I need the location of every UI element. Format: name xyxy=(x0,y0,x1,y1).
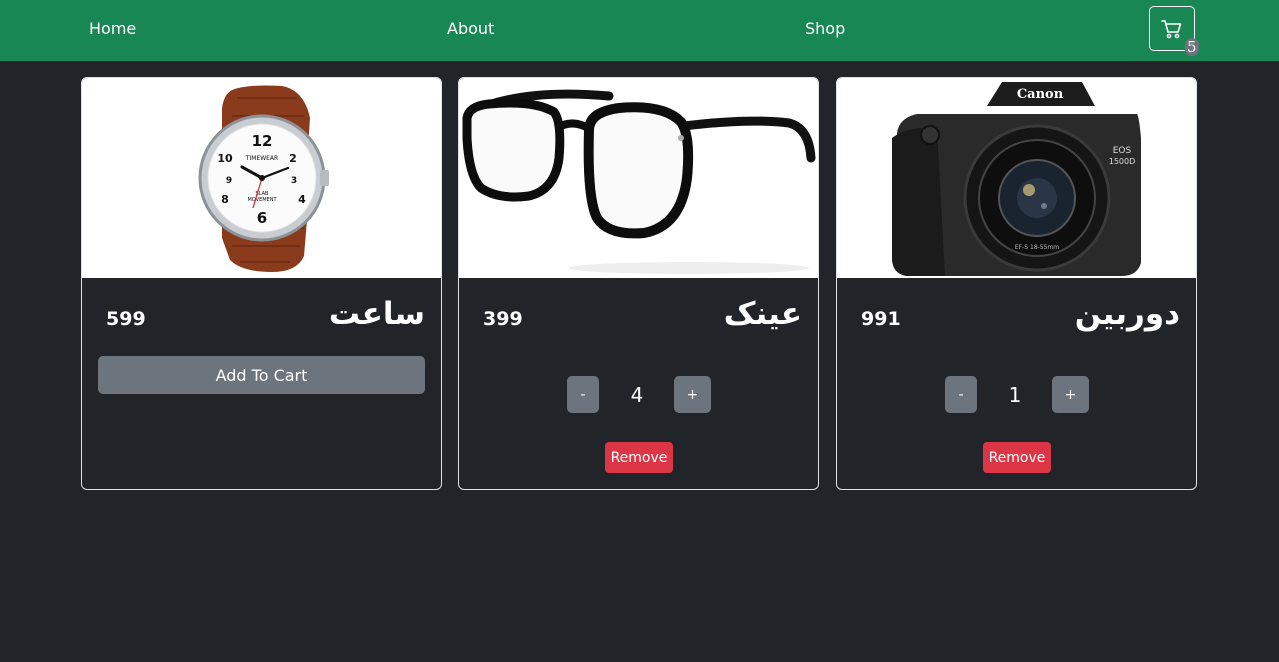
svg-text:8: 8 xyxy=(221,193,229,206)
camera-icon: Canon EOS 1500D EF-S 18-55mm xyxy=(892,82,1141,276)
quantity-value: 1 xyxy=(1008,383,1022,407)
svg-text:10: 10 xyxy=(217,152,233,165)
product-price: 991 xyxy=(861,308,901,330)
svg-text:4: 4 xyxy=(298,193,306,206)
svg-text:9: 9 xyxy=(226,176,232,186)
wristwatch-icon: 12 2 4 6 8 10 9 3 TIMEWEAR SLAB MOVEMENT xyxy=(198,85,329,272)
decrease-quantity-button[interactable]: - xyxy=(567,376,599,413)
add-to-cart-button[interactable]: Add To Cart xyxy=(98,356,425,394)
remove-button[interactable]: Remove xyxy=(983,442,1051,473)
quantity-value: 4 xyxy=(630,383,644,407)
product-price: 599 xyxy=(106,308,146,330)
product-title: ساعت xyxy=(328,296,425,332)
svg-text:EF-S 18-55mm: EF-S 18-55mm xyxy=(1015,244,1059,251)
product-card-watch: 12 2 4 6 8 10 9 3 TIMEWEAR SLAB MOVEMENT… xyxy=(81,77,442,490)
product-card-camera: Canon EOS 1500D EF-S 18-55mm دوربین 991 … xyxy=(836,77,1197,490)
cart-count-badge: 5 xyxy=(1185,38,1199,56)
svg-text:MOVEMENT: MOVEMENT xyxy=(247,197,277,203)
remove-button[interactable]: Remove xyxy=(605,442,673,473)
nav-about-link[interactable]: About xyxy=(447,19,494,38)
product-image-camera: Canon EOS 1500D EF-S 18-55mm xyxy=(837,78,1196,278)
svg-text:Canon: Canon xyxy=(1017,87,1064,102)
svg-text:2: 2 xyxy=(289,152,297,165)
decrease-quantity-button[interactable]: - xyxy=(945,376,977,413)
eyeglasses-icon xyxy=(462,89,816,274)
product-price: 399 xyxy=(483,308,523,330)
product-title: دوربین xyxy=(1074,296,1180,332)
svg-text:1500D: 1500D xyxy=(1109,157,1136,166)
navbar: Home About Shop 5 xyxy=(0,0,1279,61)
product-card-glasses: عینک 399 - 4 + Remove xyxy=(458,77,819,490)
increase-quantity-button[interactable]: + xyxy=(674,376,711,413)
svg-text:3: 3 xyxy=(291,176,297,186)
product-image-glasses xyxy=(459,78,818,278)
svg-text:12: 12 xyxy=(252,132,273,150)
increase-quantity-button[interactable]: + xyxy=(1052,376,1089,413)
svg-text:6: 6 xyxy=(257,209,267,227)
svg-text:EOS: EOS xyxy=(1113,146,1132,156)
svg-text:TIMEWEAR: TIMEWEAR xyxy=(245,155,278,162)
cart-icon xyxy=(1161,19,1182,38)
nav-shop-link[interactable]: Shop xyxy=(805,19,845,38)
nav-home-link[interactable]: Home xyxy=(89,19,136,38)
product-image-watch: 12 2 4 6 8 10 9 3 TIMEWEAR SLAB MOVEMENT xyxy=(82,78,441,278)
product-title: عینک xyxy=(723,296,802,332)
